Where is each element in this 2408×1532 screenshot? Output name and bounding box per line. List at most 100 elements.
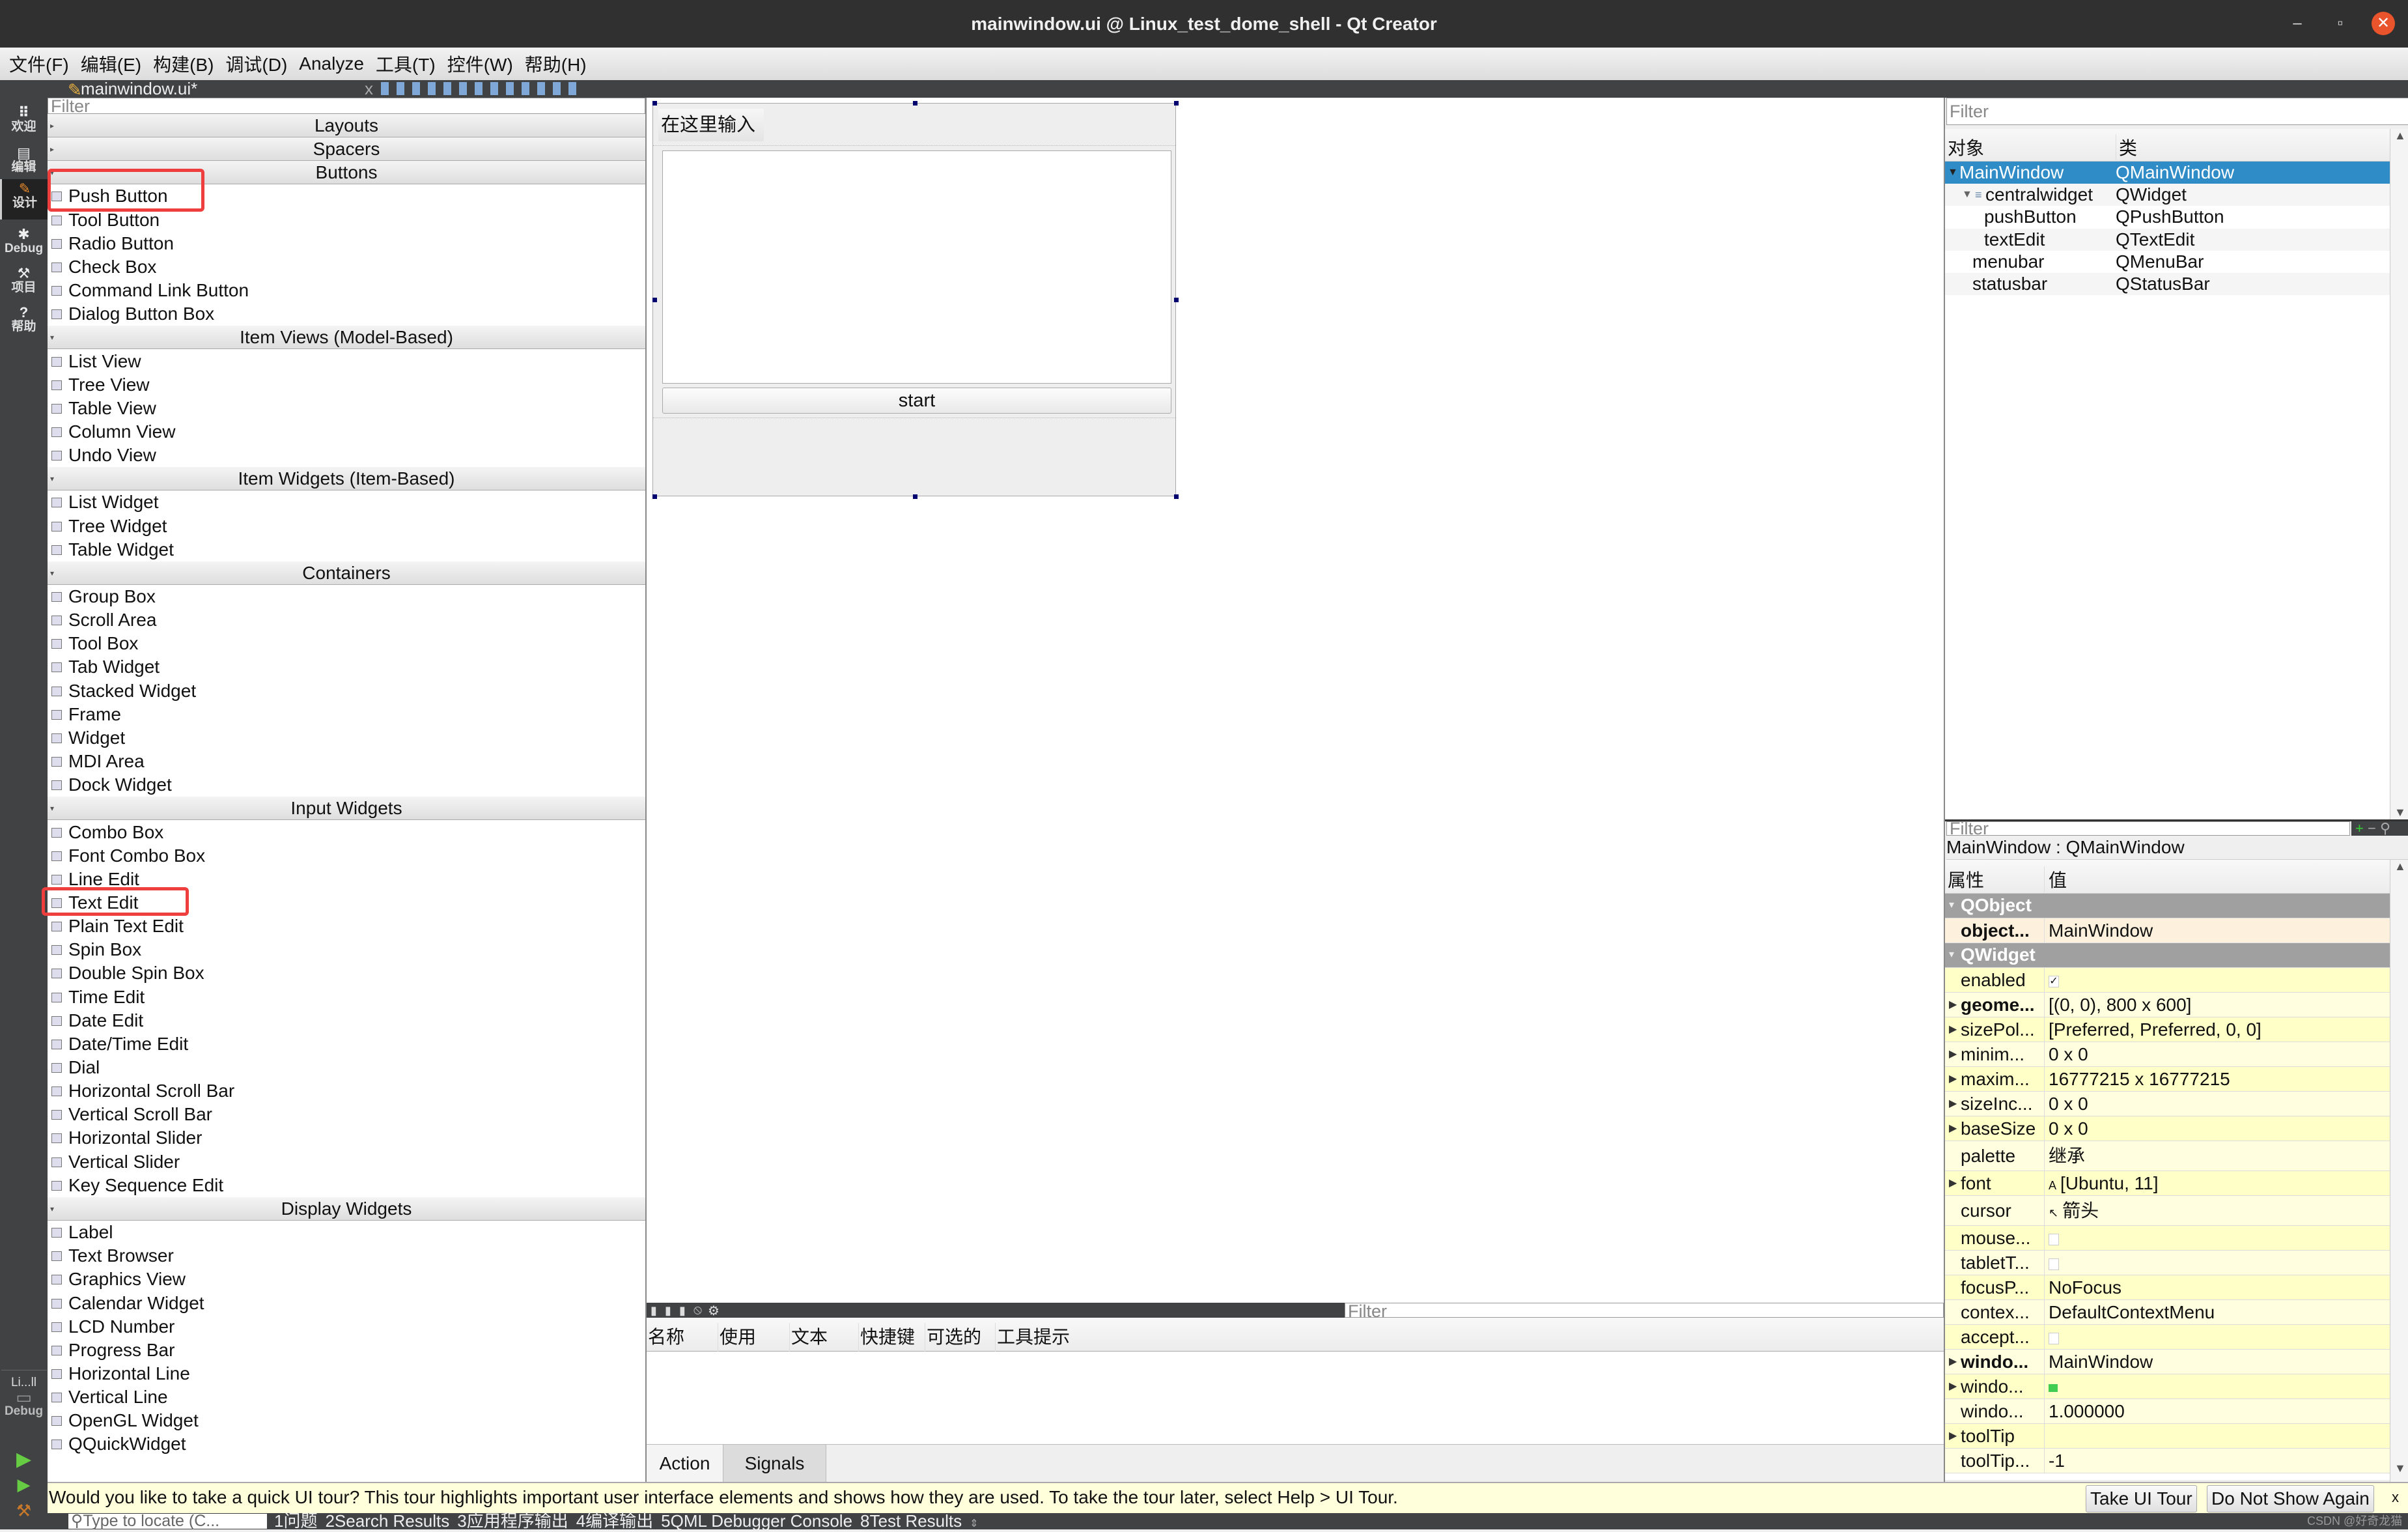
property-value[interactable] — [2044, 1424, 2049, 1448]
scroll-down-icon[interactable]: ▼ — [2394, 806, 2406, 819]
column-value[interactable]: 值 — [2044, 866, 2067, 892]
column-shortcut[interactable]: 快捷键 — [860, 1323, 925, 1352]
take-ui-tour-button[interactable]: Take UI Tour — [2086, 1485, 2197, 1512]
scroll-up-icon[interactable]: ▲ — [2394, 129, 2406, 143]
new-action-icon[interactable]: ▮ — [651, 1304, 657, 1318]
tree-row[interactable]: menubar QMenuBar — [1945, 251, 2390, 273]
widget-item[interactable]: Horizontal Line — [48, 1362, 645, 1385]
widget-item[interactable]: OpenGL Widget — [48, 1409, 645, 1432]
property-row[interactable]: accept... — [1945, 1325, 2390, 1350]
category-header[interactable]: ▾ Item Widgets (Item-Based) — [48, 467, 645, 491]
configure-icon[interactable]: ⚲ — [2380, 820, 2390, 836]
widget-item[interactable]: Tab Widget — [48, 655, 645, 679]
property-value[interactable]: ↖ 箭头 — [2044, 1196, 2099, 1225]
collapse-arrow-icon[interactable]: ▾ — [1949, 943, 1954, 967]
tree-row[interactable]: ▼ MainWindow QMainWindow — [1945, 162, 2390, 184]
property-value[interactable]: -1 — [2044, 1449, 2065, 1473]
expand-arrow-icon[interactable]: ▸ — [50, 114, 54, 137]
property-row[interactable]: palette 继承 — [1945, 1141, 2390, 1171]
tree-row[interactable]: ▼ ≡ centralwidget QWidget — [1945, 184, 2390, 206]
menu-debug[interactable]: 调试(D) — [225, 51, 287, 77]
category-header[interactable]: ▾ Display Widgets — [48, 1197, 645, 1221]
text-edit-widget[interactable] — [662, 150, 1171, 384]
close-document-button[interactable]: x — [365, 79, 373, 99]
widget-item[interactable]: MDI Area — [48, 750, 645, 773]
property-value[interactable]: [(0, 0), 800 x 600] — [2044, 993, 2191, 1017]
property-value[interactable] — [2044, 1325, 2059, 1349]
locator-input[interactable]: ⚲Type to locate (C... — [68, 1513, 267, 1529]
object-tree-scrollbar[interactable]: ▲ ▼ — [2390, 129, 2408, 821]
widget-item[interactable]: Undo View — [48, 444, 645, 467]
column-name[interactable]: 名称 — [648, 1323, 718, 1352]
property-row[interactable]: ▶ windo... MainWindow — [1945, 1350, 2390, 1374]
widget-item[interactable]: Date/Time Edit — [48, 1032, 645, 1056]
widget-item[interactable]: QQuickWidget — [48, 1432, 645, 1456]
expand-arrow-icon[interactable]: ▼ — [1948, 162, 1958, 184]
editor-tab[interactable]: mainwindow.ui* — [81, 79, 197, 99]
add-property-icon[interactable]: + — [2355, 820, 2364, 836]
column-tooltip[interactable]: 工具提示 — [997, 1323, 1088, 1352]
property-value[interactable]: 16777215 x 16777215 — [2044, 1067, 2230, 1091]
widget-item[interactable]: Tree View — [48, 373, 645, 397]
property-value[interactable]: DefaultContextMenu — [2044, 1300, 2215, 1324]
widget-item[interactable]: Plain Text Edit — [48, 915, 645, 938]
menu-help[interactable]: 帮助(H) — [525, 51, 587, 77]
widget-filter-input[interactable]: Filter — [48, 98, 645, 114]
menu-build[interactable]: 构建(B) — [153, 51, 214, 77]
menu-file[interactable]: 文件(F) — [9, 51, 69, 77]
paste-action-icon[interactable]: ▮ — [679, 1304, 686, 1318]
expand-arrow-icon[interactable]: ▶ — [1949, 1350, 1957, 1374]
widget-item[interactable]: Radio Button — [48, 232, 645, 255]
expand-arrow-icon[interactable]: ▾ — [50, 797, 54, 820]
remove-property-icon[interactable]: − — [2368, 820, 2376, 836]
property-value[interactable]: 0 x 0 — [2044, 1042, 2088, 1066]
property-row[interactable]: ▶ minim... 0 x 0 — [1945, 1042, 2390, 1067]
category-header[interactable]: ▾ Item Views (Model-Based) — [48, 326, 645, 350]
settings-icon[interactable]: ⚙ — [708, 1303, 720, 1319]
property-row[interactable]: ▶ maxim... 16777215 x 16777215 — [1945, 1067, 2390, 1092]
label-widget[interactable]: 在这里输入 — [658, 109, 764, 141]
scroll-down-icon[interactable]: ▼ — [2394, 1462, 2406, 1475]
property-value[interactable] — [2044, 1251, 2059, 1275]
mode-2[interactable]: ✎ 设计 — [0, 179, 48, 220]
widget-item[interactable]: Vertical Slider — [48, 1150, 645, 1174]
widget-item[interactable]: Time Edit — [48, 986, 645, 1009]
widget-item[interactable]: Progress Bar — [48, 1339, 645, 1362]
tree-row[interactable]: pushButton QPushButton — [1945, 206, 2390, 228]
build-hammer-button[interactable]: ⚒ — [0, 1502, 48, 1519]
property-value[interactable]: A [Ubuntu, 11] — [2044, 1171, 2159, 1195]
property-value[interactable]: ✓ — [2044, 968, 2059, 992]
output-pane-0[interactable]: 1问题 — [274, 1511, 317, 1531]
widget-item[interactable]: LCD Number — [48, 1315, 645, 1339]
expand-arrow-icon[interactable]: ▶ — [1949, 1042, 1957, 1067]
resize-handle[interactable] — [913, 101, 917, 106]
property-row[interactable]: toolTip... -1 — [1945, 1449, 2390, 1473]
property-value[interactable] — [2044, 1226, 2059, 1250]
column-class[interactable]: 类 — [2116, 134, 2137, 160]
expand-arrow-icon[interactable]: ▶ — [1949, 1067, 1957, 1092]
action-filter-input[interactable]: Filter — [1345, 1303, 1944, 1318]
property-value[interactable]: 0 x 0 — [2044, 1116, 2088, 1141]
property-group[interactable]: ▾ QObject — [1945, 894, 2390, 918]
close-banner-button[interactable]: x — [2392, 1483, 2399, 1512]
widget-item[interactable]: Combo Box — [48, 821, 645, 844]
mode-1[interactable]: ▤ 编辑 — [0, 143, 48, 184]
expand-arrow-icon[interactable]: ▾ — [50, 467, 54, 490]
expand-arrow-icon[interactable]: ▼ — [1962, 184, 1972, 206]
resize-handle[interactable] — [1174, 298, 1179, 302]
property-value[interactable] — [2044, 1374, 2058, 1398]
resize-handle[interactable] — [913, 494, 917, 499]
restore-button[interactable]: ▫ — [2329, 12, 2352, 35]
mode-4[interactable]: ⚒ 项目 — [0, 264, 48, 304]
menu-analyze[interactable]: Analyze — [299, 53, 364, 74]
category-header[interactable]: ▸ Layouts — [48, 114, 645, 137]
property-group[interactable]: ▾ QWidget — [1945, 943, 2390, 968]
expand-arrow-icon[interactable]: ▸ — [50, 137, 54, 161]
widget-item[interactable]: Stacked Widget — [48, 679, 645, 703]
widget-item[interactable]: Table Widget — [48, 538, 645, 561]
widget-item[interactable]: Command Link Button — [48, 279, 645, 302]
tab-action-editor[interactable]: Action Editor — [647, 1445, 723, 1511]
resize-handle[interactable] — [652, 298, 657, 302]
menu-controls[interactable]: 控件(W) — [447, 51, 513, 77]
expand-arrow-icon[interactable]: ▶ — [1949, 1116, 1957, 1141]
